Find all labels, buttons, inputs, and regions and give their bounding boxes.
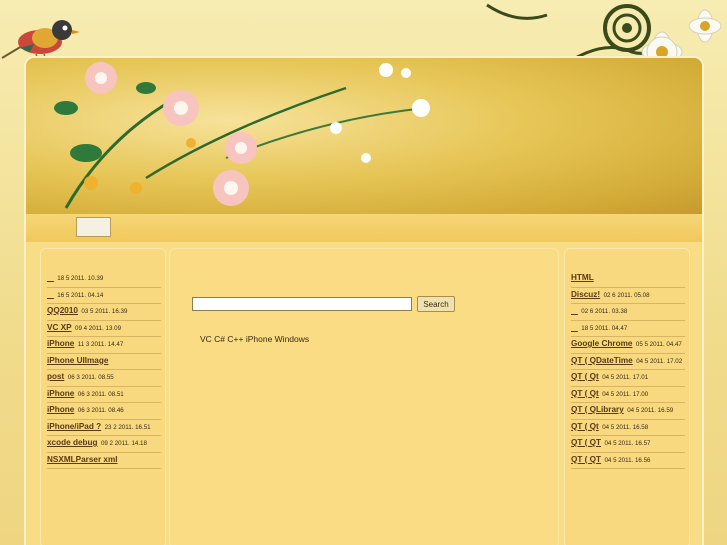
post-link[interactable]: QT ( QLibrary	[571, 405, 624, 414]
post-link[interactable]: iPhone	[47, 405, 74, 414]
list-item: QT ( QLibrary 04 5 2011. 16.59	[571, 403, 685, 420]
post-date: 06 3 2011. 08.51	[77, 390, 124, 398]
list-item: HTML	[571, 271, 685, 288]
post-date: 03 5 2011. 16.39	[81, 308, 128, 315]
post-date: 16 5 2011. 04.14	[57, 291, 104, 299]
nav-button[interactable]	[76, 217, 111, 237]
search-input[interactable]	[192, 297, 412, 311]
post-link[interactable]: iPhone	[47, 339, 74, 348]
post-date: 09 2 2011. 14.18	[100, 440, 147, 447]
post-date: 05 5 2011. 04.47	[635, 341, 682, 348]
post-link[interactable]: VC XP	[47, 323, 72, 332]
page-frame: 18 5 2011. 10.39 16 5 2011. 04.14 QQ2010 …	[24, 56, 704, 545]
post-link[interactable]: xcode debug	[47, 438, 98, 447]
post-link[interactable]: iPhone	[47, 389, 74, 398]
post-date: 04 5 2011. 17.02	[636, 357, 683, 365]
post-link[interactable]	[571, 323, 578, 332]
list-item: QT ( QT 04 5 2011. 16.57	[571, 436, 685, 453]
post-link[interactable]	[571, 306, 578, 315]
list-item: VC XP 09 4 2011. 13.09	[47, 321, 161, 337]
right-sidebar: HTML Discuz! 02 6 2011. 05.08 02 6 2011.…	[564, 248, 690, 545]
post-date: 04 5 2011. 17.00	[602, 390, 649, 398]
main-content: Search VC C# C++ iPhone Windows	[169, 248, 559, 545]
list-item: Google Chrome 05 5 2011. 04.47	[571, 337, 685, 354]
post-link[interactable]: Discuz!	[571, 290, 600, 299]
list-item: iPhone 06 3 2011. 08.51	[47, 387, 161, 403]
post-link[interactable]: QT ( QT	[571, 455, 601, 464]
list-item: post 06 3 2011. 08.55	[47, 370, 161, 387]
list-item: iPhone UIImage	[47, 354, 161, 370]
post-link[interactable]: QT ( QDateTime	[571, 356, 633, 365]
post-link[interactable]: QT ( Qt	[571, 389, 599, 398]
list-item: NSXMLParser xml	[47, 453, 161, 469]
list-item: Discuz! 02 6 2011. 05.08	[571, 288, 685, 304]
post-link[interactable]: iPhone UIImage	[47, 356, 108, 365]
list-item: QT ( Qt 04 5 2011. 17.01	[571, 370, 685, 387]
right-post-list: HTML Discuz! 02 6 2011. 05.08 02 6 2011.…	[571, 271, 685, 469]
list-item: QT ( Qt 04 5 2011. 17.00	[571, 387, 685, 403]
post-link[interactable]: QT ( QT	[571, 438, 601, 447]
list-item: iPhone 11 3 2011. 14.47	[47, 337, 161, 354]
post-date: 04 5 2011. 16.57	[604, 440, 651, 447]
post-date: 04 5 2011. 17.01	[602, 374, 649, 381]
list-item: QT ( Qt 04 5 2011. 16.58	[571, 420, 685, 436]
post-date: 11 3 2011. 14.47	[77, 341, 124, 348]
post-date: 06 3 2011. 08.55	[67, 374, 114, 381]
list-item: QQ2010 03 5 2011. 16.39	[47, 304, 161, 321]
post-date: 09 4 2011. 13.09	[75, 324, 122, 332]
post-link[interactable]	[47, 290, 54, 299]
left-sidebar: 18 5 2011. 10.39 16 5 2011. 04.14 QQ2010 …	[40, 248, 166, 545]
post-link[interactable]: QT ( Qt	[571, 422, 599, 431]
post-date: 02 6 2011. 05.08	[603, 291, 650, 299]
post-date: 06 3 2011. 08.46	[77, 407, 124, 414]
post-date: 04 5 2011. 16.59	[627, 407, 674, 414]
list-item: 18 5 2011. 04.47	[571, 321, 685, 337]
post-link[interactable]: QT ( Qt	[571, 372, 599, 381]
left-post-list: 18 5 2011. 10.39 16 5 2011. 04.14 QQ2010 …	[47, 271, 161, 469]
floral-banner-icon	[54, 62, 430, 209]
search-button[interactable]: Search	[417, 296, 455, 312]
post-link[interactable]: NSXMLParser xml	[47, 455, 118, 464]
post-date: 18 5 2011. 10.39	[57, 275, 104, 282]
post-link[interactable]: post	[47, 372, 64, 381]
post-date: 04 5 2011. 16.56	[604, 456, 651, 464]
list-item: iPhone/iPad ? 23 2 2011. 16.51	[47, 420, 161, 436]
list-item: xcode debug 09 2 2011. 14.18	[47, 436, 161, 453]
tag-line: VC C# C++ iPhone Windows	[200, 334, 310, 344]
list-item: QT ( QDateTime 04 5 2011. 17.02	[571, 354, 685, 370]
post-link[interactable]: Google Chrome	[571, 339, 632, 348]
post-link[interactable]: iPhone/iPad ?	[47, 422, 101, 431]
post-date: 02 6 2011. 03.38	[581, 308, 628, 315]
bird-icon	[1, 20, 80, 61]
post-link[interactable]: HTML	[571, 273, 594, 282]
post-date: 04 5 2011. 16.58	[602, 423, 649, 431]
post-link[interactable]	[47, 273, 54, 282]
post-link[interactable]: QQ2010	[47, 306, 78, 315]
nav-bar	[26, 214, 702, 242]
post-date: 18 5 2011. 04.47	[581, 324, 628, 332]
post-date: 23 2 2011. 16.51	[104, 423, 151, 431]
list-item: iPhone 06 3 2011. 08.46	[47, 403, 161, 420]
list-item: 18 5 2011. 10.39	[47, 271, 161, 288]
list-item: 16 5 2011. 04.14	[47, 288, 161, 304]
list-item: 02 6 2011. 03.38	[571, 304, 685, 321]
header-banner	[26, 58, 702, 214]
list-item: QT ( QT 04 5 2011. 16.56	[571, 453, 685, 469]
